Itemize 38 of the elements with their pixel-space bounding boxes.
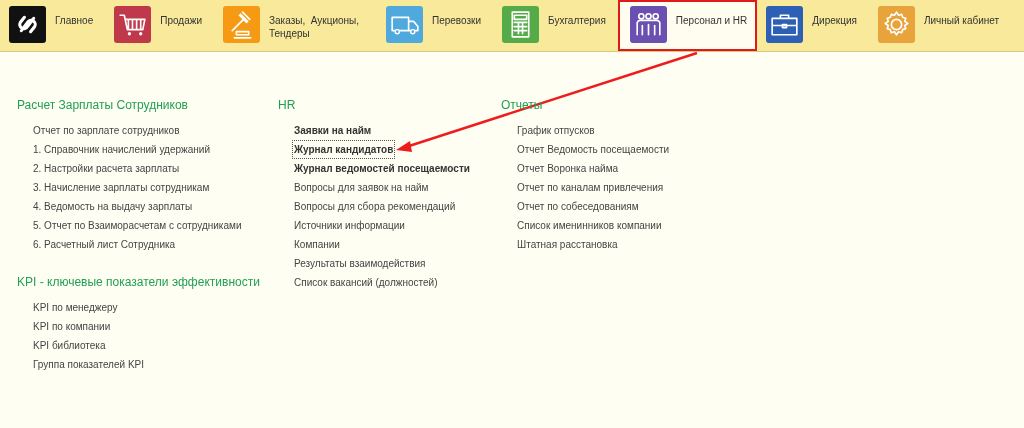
- menu-link[interactable]: 5. Отчет по Взаиморасчетам с сотрудниками: [31, 216, 244, 235]
- nav-tab[interactable]: Дирекция: [757, 0, 869, 51]
- menu-link[interactable]: Отчет по зарплате сотрудников: [31, 121, 182, 140]
- menu-link[interactable]: Вопросы для сбора рекомендаций: [292, 197, 458, 216]
- nav-tab[interactable]: Бухгалтерия: [493, 0, 618, 51]
- menu-link[interactable]: KPI по менеджеру: [31, 298, 120, 317]
- menu-link[interactable]: 6. Расчетный лист Сотрудника: [31, 235, 178, 254]
- menu-link[interactable]: Результаты взаимодействия: [292, 254, 428, 273]
- nav-tab[interactable]: Главное: [0, 0, 106, 51]
- menu-link[interactable]: Источники информации: [292, 216, 407, 235]
- nav-tab[interactable]: Персонал и HR: [617, 0, 758, 51]
- menu-link[interactable]: Вопросы для заявок на найм: [292, 178, 431, 197]
- menu-link[interactable]: Отчет Воронка найма: [515, 159, 621, 178]
- menu-link[interactable]: Отчет Ведомость посещаемости: [515, 140, 672, 159]
- nav-tab[interactable]: Заказы, Аукционы, Тендеры: [214, 0, 377, 51]
- menu-link[interactable]: Список именинников компании: [515, 216, 664, 235]
- menu-link[interactable]: 3. Начисление зарплаты сотрудникам: [31, 178, 212, 197]
- menu-link[interactable]: Штатная расстановка: [515, 235, 620, 254]
- menu-link[interactable]: График отпусков: [515, 121, 597, 140]
- section-heading: Расчет Зарплаты Сотрудников: [17, 97, 188, 113]
- menu-link[interactable]: 2. Настройки расчета зарплаты: [31, 159, 182, 178]
- nav-tab[interactable]: Перевозки: [377, 0, 494, 51]
- menu-link[interactable]: 1. Справочник начислений удержаний: [31, 140, 212, 159]
- menu-link[interactable]: Отчет по собеседованиям: [515, 197, 641, 216]
- section-heading: KPI - ключевые показатели эффективности: [17, 274, 260, 290]
- menu-link[interactable]: Журнал ведомостей посещаемости: [292, 159, 472, 178]
- section-heading: HR: [278, 97, 296, 113]
- menu-link[interactable]: 4. Ведомость на выдачу зарплаты: [31, 197, 195, 216]
- menu-link[interactable]: Список вакансий (должностей): [292, 273, 440, 292]
- menu-link[interactable]: Журнал кандидатов: [292, 140, 396, 159]
- menu-link[interactable]: KPI библиотека: [31, 336, 108, 355]
- menu-link[interactable]: Отчет по каналам привлечения: [515, 178, 666, 197]
- nav-tab[interactable]: Продажи: [105, 0, 214, 51]
- menu-link[interactable]: Компании: [292, 235, 342, 254]
- menu-link[interactable]: KPI по компании: [31, 317, 113, 336]
- menu-link[interactable]: Группа показателей KPI: [31, 355, 146, 374]
- menu-link[interactable]: Заявки на найм: [292, 121, 374, 140]
- nav-tab[interactable]: Личный кабинет: [868, 0, 1012, 51]
